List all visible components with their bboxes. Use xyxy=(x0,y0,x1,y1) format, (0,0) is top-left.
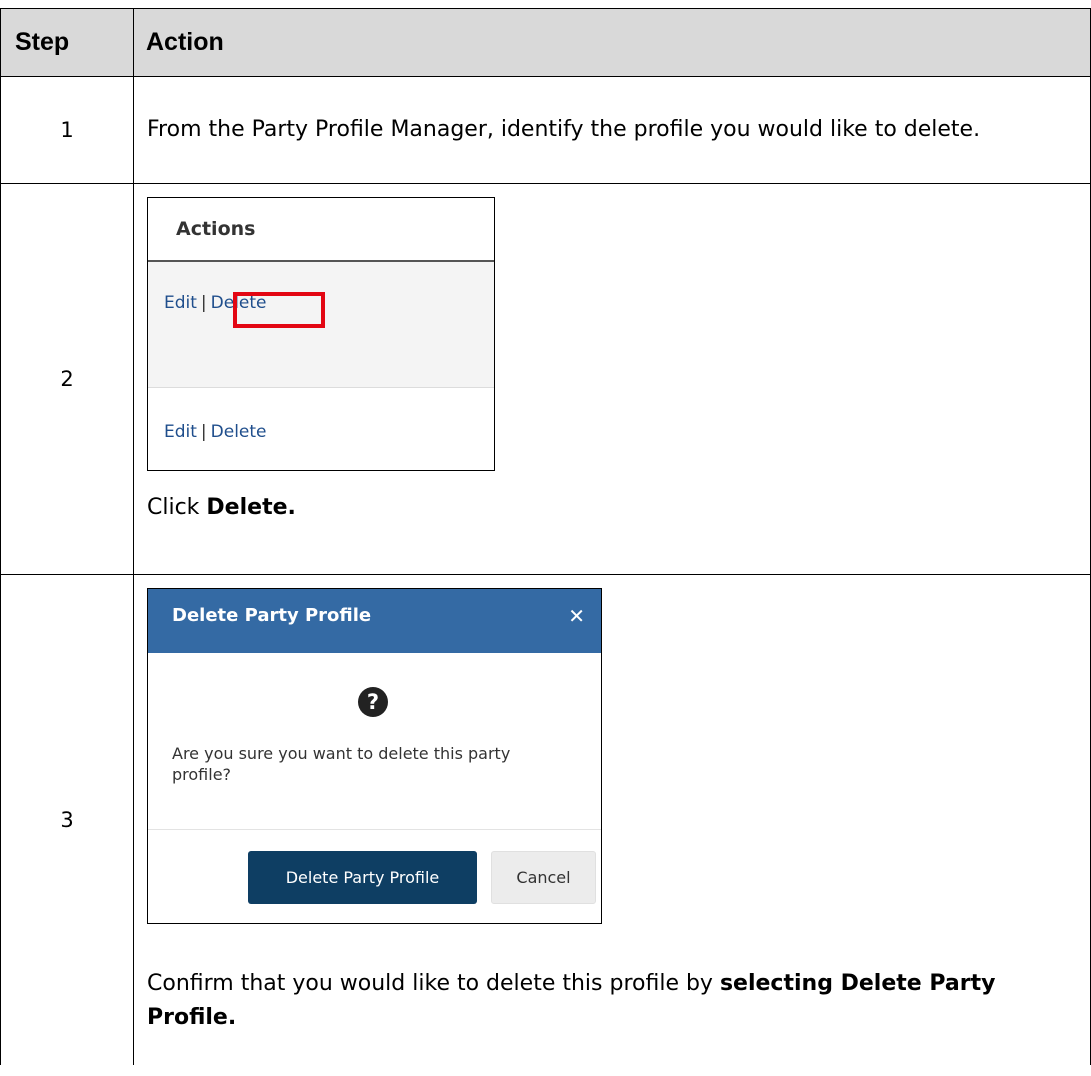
step-number: 2 xyxy=(0,183,134,575)
delete-party-profile-button[interactable]: Delete Party Profile xyxy=(248,851,477,904)
step-number: 3 xyxy=(0,574,134,1065)
dialog-body: ? Are you sure you want to delete this p… xyxy=(148,653,601,830)
table-row: 1 From the Party Profile Manager, identi… xyxy=(0,76,1091,184)
confirm-instruction-text: Confirm that you would like to delete th… xyxy=(147,967,1090,1035)
link-separator: | xyxy=(200,293,207,313)
header-step: Step xyxy=(0,8,134,77)
action-content: Delete Party Profile ✕ ? Are you sure yo… xyxy=(133,574,1091,1065)
row-action-links: Edit | Delete xyxy=(164,415,267,449)
action-content: Actions Edit | Delete Edit | Delete Click De… xyxy=(133,183,1091,575)
table-row: 2 Actions Edit | Delete Edit | Delete Cl… xyxy=(0,183,1091,575)
actions-row: Edit | Delete xyxy=(148,262,494,388)
highlight-box xyxy=(233,292,325,328)
close-icon[interactable]: ✕ xyxy=(568,589,585,643)
edit-link[interactable]: Edit xyxy=(164,422,197,442)
delete-dialog-screenshot: Delete Party Profile ✕ ? Are you sure yo… xyxy=(147,588,602,924)
procedure-table: Step Action 1 From the Party Profile Man… xyxy=(0,8,1091,1065)
question-circle-icon: ? xyxy=(358,687,388,717)
table-row: 3 Delete Party Profile ✕ ? Are you sure … xyxy=(0,574,1091,1065)
confirm-prefix: Confirm that you would like to delete th… xyxy=(147,971,720,996)
dialog-title: Delete Party Profile xyxy=(172,605,372,626)
document-page: Step Action 1 From the Party Profile Man… xyxy=(0,0,1091,1076)
actions-row: Edit | Delete xyxy=(148,388,494,468)
dialog-footer: Delete Party Profile Cancel xyxy=(148,830,601,922)
table-header-row: Step Action xyxy=(0,8,1091,77)
link-separator: | xyxy=(200,422,207,442)
instruction-prefix: Click xyxy=(147,495,207,520)
instruction-bold: Delete. xyxy=(206,495,296,520)
header-action: Action xyxy=(133,8,1091,77)
dialog-titlebar: Delete Party Profile ✕ xyxy=(148,589,601,653)
delete-link[interactable]: Delete xyxy=(211,422,267,442)
step-number: 1 xyxy=(0,76,134,184)
actions-column-header: Actions xyxy=(148,198,494,262)
edit-link[interactable]: Edit xyxy=(164,293,197,313)
action-text: From the Party Profile Manager, identify… xyxy=(133,76,1091,184)
dialog-message: Are you sure you want to delete this par… xyxy=(172,744,511,784)
actions-panel-screenshot: Actions Edit | Delete Edit | Delete xyxy=(147,197,495,471)
instruction-text: Click Delete. xyxy=(147,491,1090,525)
cancel-button[interactable]: Cancel xyxy=(491,851,596,904)
